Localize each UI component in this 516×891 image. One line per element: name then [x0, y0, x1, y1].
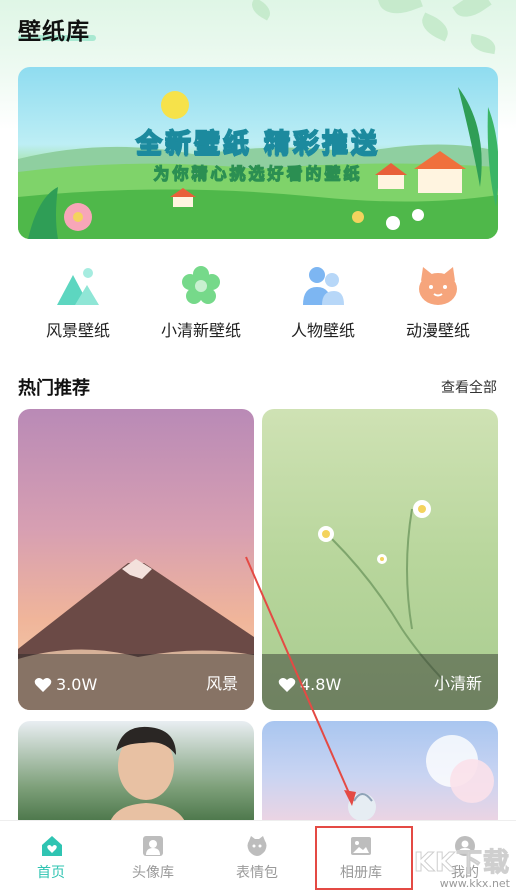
nav-stickers[interactable]: 表情包 [212, 835, 302, 882]
view-all-link[interactable]: 查看全部 [441, 377, 497, 397]
avatar-icon [142, 835, 164, 857]
people-icon [300, 265, 346, 307]
like-count[interactable]: 4.8W [278, 675, 341, 694]
page-title: 壁纸库 [18, 19, 90, 45]
promo-banner[interactable]: 全新壁纸 精彩推送 为你精心挑选好看的壁纸 [18, 67, 498, 239]
nav-avatar[interactable]: 头像库 [108, 835, 198, 882]
nav-label: 首页 [37, 865, 65, 881]
flower-icon [178, 265, 224, 307]
card-tag: 风景 [205, 674, 238, 693]
wallpaper-image [348, 735, 494, 821]
wallpaper-card[interactable]: 4.8W 小清新 [262, 409, 498, 710]
like-count[interactable]: 3.0W [34, 675, 97, 694]
category-label: 小清新壁纸 [160, 321, 241, 340]
wallpaper-card[interactable] [262, 721, 498, 831]
nav-home[interactable]: 首页 [6, 835, 96, 882]
home-icon [40, 835, 62, 857]
category-people[interactable]: 人物壁纸 [268, 265, 378, 341]
category-label: 动漫壁纸 [405, 321, 470, 340]
annotation-highlight-box [315, 826, 413, 890]
category-fresh[interactable]: 小清新壁纸 [146, 265, 256, 341]
wallpaper-image [108, 726, 188, 831]
banner-subtitle: 为你精心挑选好看的壁纸 [153, 164, 363, 184]
nav-label: 头像库 [132, 865, 174, 881]
card-tag: 小清新 [433, 674, 482, 693]
wallpaper-card[interactable] [18, 721, 254, 831]
category-label: 风景壁纸 [45, 321, 110, 340]
like-count-value: 3.0W [56, 675, 98, 694]
category-anime[interactable]: 动漫壁纸 [383, 265, 493, 341]
emoji-icon [246, 835, 268, 857]
cat-icon [415, 265, 461, 307]
watermark: KK下载 www.kkx.net [413, 842, 510, 891]
like-count-value: 4.8W [300, 675, 342, 694]
heart-icon [34, 677, 52, 692]
nav-label: 表情包 [236, 865, 278, 881]
category-landscape[interactable]: 风景壁纸 [23, 265, 133, 341]
heart-icon [278, 677, 296, 692]
mountain-icon [55, 265, 101, 307]
section-title: 热门推荐 [18, 378, 90, 399]
banner-title: 全新壁纸 精彩推送 [135, 128, 381, 160]
wallpaper-card[interactable]: 3.0W 风景 [18, 409, 254, 710]
watermark-text: KK下载 [413, 848, 510, 879]
category-label: 人物壁纸 [290, 321, 355, 340]
